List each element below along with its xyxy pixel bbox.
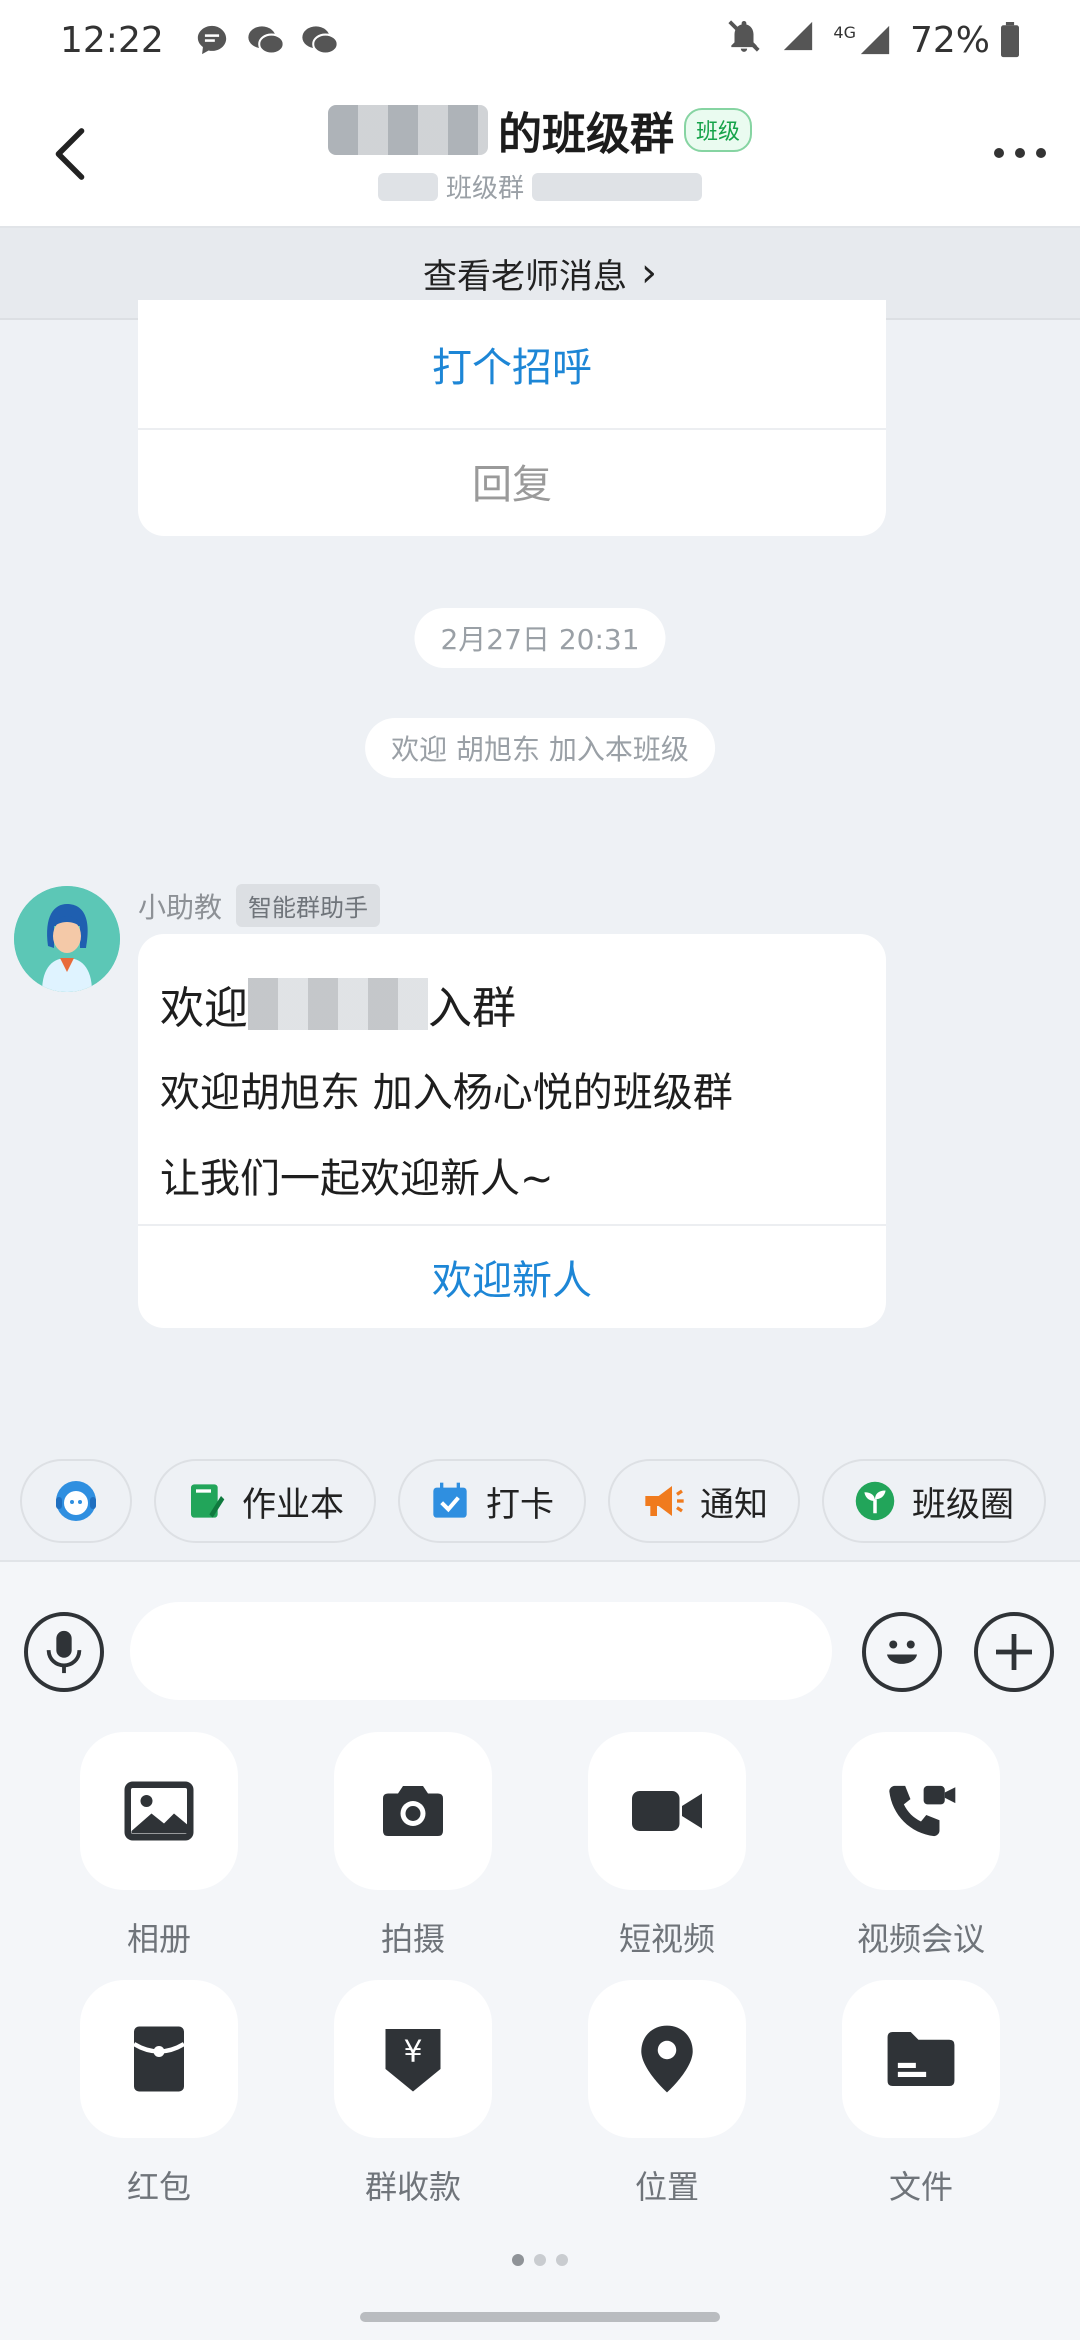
home-indicator[interactable] (360, 2312, 720, 2322)
video-meeting-tile[interactable]: 视频会议 (794, 1732, 1048, 1960)
assistant-avatar-icon (14, 886, 120, 992)
file-label: 文件 (888, 2168, 953, 2206)
wechat-icon-2 (300, 20, 340, 60)
group-subtitle-text: 班级群 (445, 174, 524, 204)
message-line-1-suffix: 入群 (428, 983, 516, 1034)
video-meeting-label: 视频会议 (856, 1920, 985, 1958)
battery-percent: 72% (909, 19, 990, 61)
notice-button[interactable]: 通知 (608, 1459, 800, 1543)
wechat-icon (246, 20, 286, 60)
calendar-check-icon (433, 1482, 467, 1518)
welcome-newcomer-button[interactable]: 欢迎新人 (138, 1224, 886, 1328)
page-indicator (512, 2254, 568, 2266)
short-video-label: 短视频 (618, 1920, 715, 1958)
signal-icon (781, 19, 815, 62)
status-time: 12:22 (60, 19, 164, 61)
title-area[interactable]: 的班级群 班级 班级群 (0, 98, 1080, 205)
camera-icon (383, 1786, 443, 1836)
svg-text:¥: ¥ (403, 2035, 422, 2070)
microphone-icon (46, 1630, 82, 1674)
timestamp: 2月27日 20:31 (414, 608, 666, 668)
status-right: 4G 72% (725, 17, 1020, 64)
camera-tile[interactable]: 拍摄 (286, 1732, 540, 1960)
yuan-collect-icon: ¥ (385, 2029, 441, 2092)
group-type-tag: 班级 (683, 108, 752, 152)
page-dot-1 (512, 2254, 524, 2266)
greet-button[interactable]: 打个招呼 (138, 300, 886, 428)
sender-name: 小助教 (138, 890, 223, 924)
banner-text: 查看老师消息 (423, 256, 627, 297)
red-packet-tile[interactable]: 红包 (32, 1980, 286, 2208)
notification-icons (192, 20, 340, 60)
short-video-tile[interactable]: 短视频 (540, 1732, 794, 1960)
red-packet-label: 红包 (126, 2168, 191, 2206)
more-actions-button[interactable] (974, 1612, 1054, 1692)
sender-badge: 智能群助手 (236, 884, 381, 927)
group-subtitle: 班级群 (377, 168, 702, 205)
red-packet-icon (132, 2026, 186, 2092)
album-label: 相册 (126, 1920, 191, 1958)
redacted-subtitle-right (532, 172, 702, 201)
checkin-button[interactable]: 打卡 (398, 1459, 586, 1543)
album-tile[interactable]: 相册 (32, 1732, 286, 1960)
plus-icon (996, 1634, 1032, 1670)
headset-bot-icon (56, 1481, 96, 1521)
assistant-avatar[interactable] (14, 886, 120, 992)
sprout-icon (855, 1481, 895, 1521)
reply-button[interactable]: 回复 (138, 428, 886, 532)
class-circle-label: 班级圈 (912, 1484, 1014, 1525)
redacted-name (327, 105, 488, 155)
file-tile[interactable]: 文件 (794, 1980, 1048, 2208)
network-type: 4G (833, 23, 856, 42)
page-dot-3 (556, 2254, 568, 2266)
video-camera-icon (632, 1791, 702, 1831)
homework-icon (191, 1484, 225, 1518)
megaphone-icon (645, 1486, 684, 1516)
voice-input-button[interactable] (24, 1612, 104, 1692)
mute-bell-icon (725, 17, 763, 64)
smiley-icon (887, 1640, 917, 1664)
message-line-1-prefix: 欢迎 (160, 983, 248, 1034)
signal-4g-icon: 4G (833, 23, 892, 57)
battery: 72% (910, 20, 1020, 61)
folder-icon (887, 2032, 955, 2086)
quick-tools-bar: 作业本 打卡 通知 班级圈 (0, 1456, 1080, 1546)
camera-label: 拍摄 (380, 1920, 445, 1958)
status-bar: 12:22 4G 72% (0, 0, 1080, 80)
message-line-3: 让我们一起欢迎新人~ (160, 1156, 554, 1202)
more-dots-icon (994, 148, 1046, 158)
homework-button[interactable]: 作业本 (154, 1459, 376, 1543)
more-options-button[interactable] (990, 128, 1050, 178)
sender-info: 小助教 智能群助手 (138, 884, 381, 927)
welcome-message-card: 欢迎 入群 欢迎胡旭东 加入杨心悦的班级群 让我们一起欢迎新人~ 欢迎新人 (138, 934, 886, 1328)
video-call-icon (889, 1785, 956, 1837)
greeting-card: 打个招呼 回复 (138, 300, 886, 536)
emoji-button[interactable] (862, 1612, 942, 1692)
message-notification-icon (192, 20, 232, 60)
message-line-1: 欢迎 入群 (160, 974, 864, 1034)
checkin-label: 打卡 (486, 1484, 554, 1525)
message-input[interactable] (130, 1602, 832, 1700)
page-dot-2 (534, 2254, 546, 2266)
input-panel: 相册 拍摄 短视频 视频会议 红包 ¥ 群收款 位置 文件 (0, 1560, 1080, 2340)
location-pin-icon (641, 2025, 693, 2093)
homework-label: 作业本 (242, 1484, 344, 1525)
redacted-subtitle-left (377, 172, 438, 201)
message-line-2: 欢迎胡旭东 加入杨心悦的班级群 (160, 1070, 733, 1116)
class-circle-button[interactable]: 班级圈 (822, 1459, 1046, 1543)
group-title: 的班级群 班级 (327, 98, 752, 162)
group-payment-label: 群收款 (364, 2168, 461, 2206)
image-icon (124, 1781, 194, 1841)
system-notice: 欢迎 胡旭东 加入本班级 (365, 718, 715, 778)
location-tile[interactable]: 位置 (540, 1980, 794, 2208)
group-payment-tile[interactable]: ¥ 群收款 (286, 1980, 540, 2208)
notice-label: 通知 (700, 1484, 768, 1525)
battery-icon (1001, 22, 1019, 58)
redacted-text (248, 978, 428, 1030)
location-label: 位置 (634, 2168, 699, 2206)
group-title-text: 的班级群 (497, 109, 674, 160)
chat-header: 的班级群 班级 班级群 (0, 80, 1080, 228)
chevron-right-icon: › (641, 250, 657, 296)
assistant-bot-button[interactable] (20, 1459, 132, 1543)
